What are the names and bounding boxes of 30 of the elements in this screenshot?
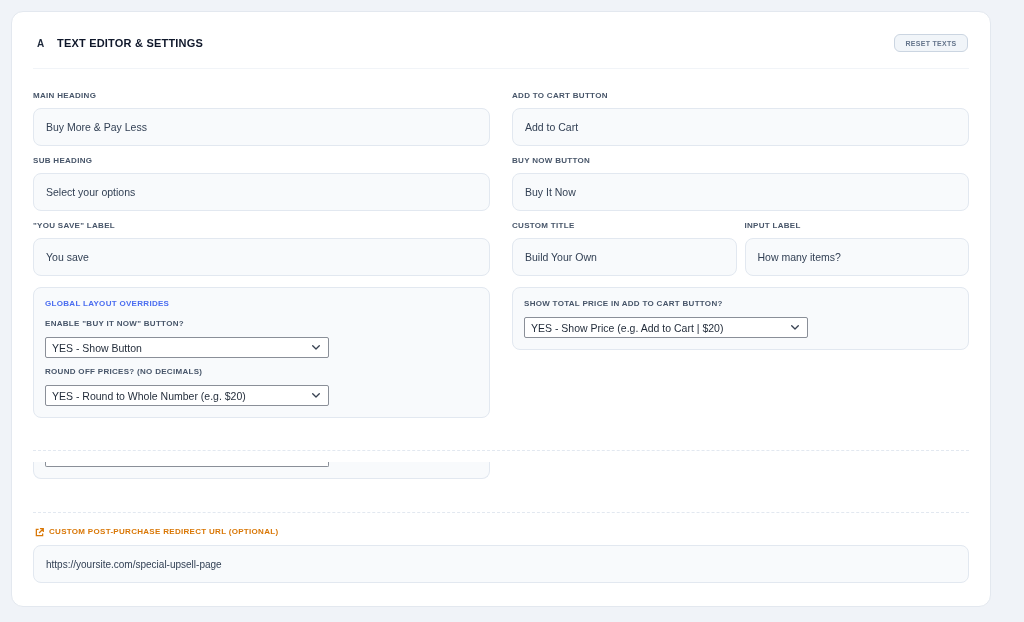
field-label: ADD TO CART BUTTON: [512, 91, 609, 101]
text-field[interactable]: Buy More & Pay Less: [33, 108, 490, 146]
text-field[interactable]: Add to Cart: [512, 108, 969, 146]
field-label: BUY NOW BUTTON: [512, 156, 592, 166]
external-link-icon: [35, 527, 44, 537]
url-field[interactable]: https://yoursite.com/special-upsell-page: [33, 545, 969, 583]
field-label: SUB HEADING: [33, 156, 94, 166]
section-title: TEXT EDITOR & SETTINGS: [57, 36, 203, 50]
text-field[interactable]: Select your options: [33, 173, 490, 211]
text-field[interactable]: How many items?: [744, 238, 969, 276]
field-label: "YOU SAVE" LABEL: [33, 221, 117, 231]
text-field[interactable]: Buy It Now: [512, 173, 969, 211]
panel-heading: GLOBAL LAYOUT OVERRIDES: [45, 299, 171, 309]
dropdown[interactable]: [45, 462, 329, 467]
chevron-down-icon: [791, 325, 799, 330]
chevron-down-icon: [312, 345, 320, 350]
field-label: INPUT LABEL: [744, 221, 802, 231]
dropdown[interactable]: YES - Show Price (e.g. Add to Cart | $20): [524, 317, 808, 338]
text-field[interactable]: Build Your Own: [512, 238, 737, 276]
setting-label: ENABLE "BUY IT NOW" BUTTON?: [45, 319, 185, 329]
setting-label: SHOW TOTAL PRICE IN ADD TO CART BUTTON?: [524, 299, 724, 309]
field-label: CUSTOM POST-PURCHASE REDIRECT URL (OPTIONAL): [49, 527, 279, 537]
setting-label: ROUND OFF PRICES? (NO DECIMALS): [45, 367, 204, 377]
chevron-down-icon: [312, 393, 320, 398]
text-field[interactable]: You save: [33, 238, 490, 276]
field-label: MAIN HEADING: [33, 91, 98, 101]
dropdown[interactable]: YES - Show Button: [45, 337, 329, 358]
field-label: CUSTOM TITLE: [512, 221, 576, 231]
letter-icon: A: [37, 37, 45, 49]
dropdown[interactable]: YES - Round to Whole Number (e.g. $20): [45, 385, 329, 406]
